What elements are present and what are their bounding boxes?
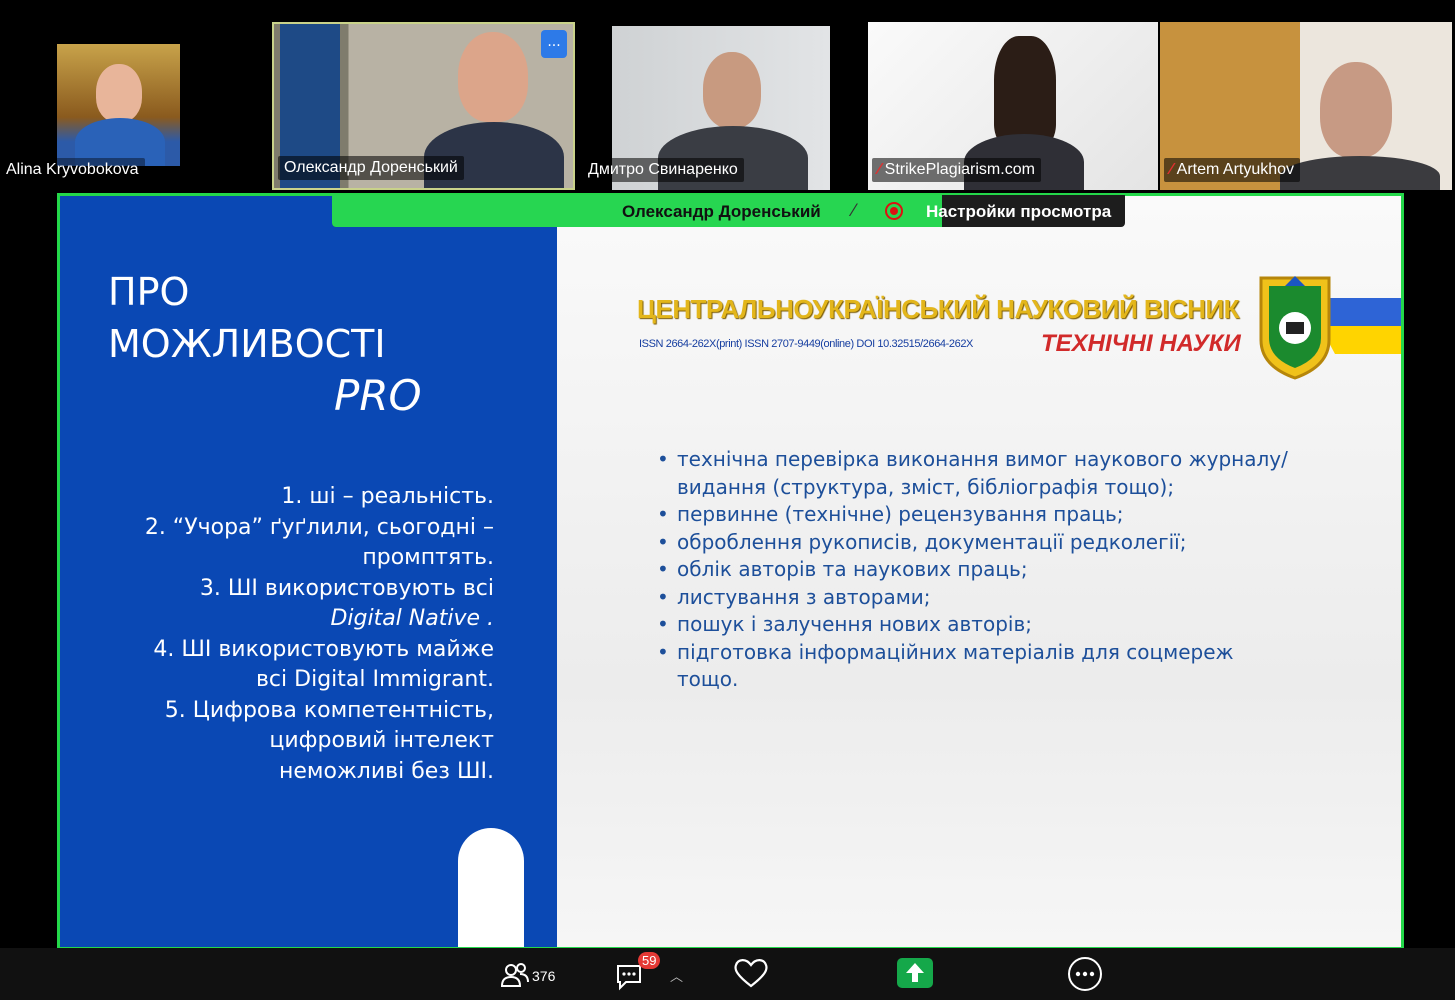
slide-point: Digital Native . bbox=[330, 606, 494, 631]
participant-name: Дмитро Свинаренко bbox=[582, 158, 744, 182]
more-icon bbox=[1068, 957, 1102, 991]
active-speaker-bar: Олександр Доренський ⁄ Настройки просмот… bbox=[332, 195, 1125, 227]
reactions-button[interactable] bbox=[732, 956, 772, 992]
list-item: оброблення рукописів, документації редко… bbox=[657, 529, 1337, 557]
journal-issn: ISSN 2664-262X(print) ISSN 2707-9449(onl… bbox=[639, 338, 973, 350]
slide-point: 3. ШІ використовують всі bbox=[199, 575, 494, 601]
list-item: облік авторів та наукових праць; bbox=[657, 556, 1337, 584]
meeting-toolbar: 376 59 ︿ bbox=[0, 948, 1455, 1000]
participant-tile-artem[interactable]: ⁄ Artem Artyukhov bbox=[1160, 22, 1452, 190]
participant-name: ⁄ StrikePlagiarism.com bbox=[872, 158, 1041, 182]
more-options-button[interactable]: ... bbox=[541, 30, 567, 58]
recording-icon bbox=[885, 202, 903, 220]
slide-points: 1. ші – реальність. 2. “Учора” ґуґлили, … bbox=[145, 482, 494, 787]
slide-point: неможливі без ШІ. bbox=[278, 758, 494, 784]
slide-point: промптять. bbox=[362, 545, 494, 570]
list-item: первинне (технічне) рецензування праць; bbox=[657, 501, 1337, 529]
slide-point: 2. “Учора” ґуґлили, сьогодні – bbox=[144, 514, 494, 540]
participant-face bbox=[96, 64, 142, 122]
participant-tile-oleksandr[interactable]: ... Олександр Доренський bbox=[272, 22, 575, 190]
chevron-up-icon[interactable]: ︿ bbox=[670, 966, 683, 985]
list-item: листування з авторами; bbox=[657, 584, 1337, 612]
participant-tile-alina[interactable]: Alina Kryvobokova bbox=[0, 22, 270, 190]
share-arrow-icon bbox=[906, 963, 924, 982]
list-item: підготовка інформаційних матеріалів для … bbox=[657, 639, 1287, 694]
mic-icon: ⁄ bbox=[852, 201, 855, 221]
journal-title: ЦЕНТРАЛЬНОУКРАЇНСЬКИЙ НАУКОВИЙ ВІСНИК bbox=[637, 294, 1240, 324]
chat-button[interactable]: 59 ︿ bbox=[614, 952, 683, 992]
participant-body bbox=[1280, 156, 1440, 190]
participant-face bbox=[458, 32, 528, 122]
participants-icon bbox=[500, 963, 529, 987]
participant-name: ⁄ Artem Artyukhov bbox=[1164, 158, 1301, 182]
active-speaker-name: Олександр Доренський bbox=[622, 202, 821, 221]
slide-point: 1. ші – реальність. bbox=[281, 484, 494, 509]
list-item: пошук і залучення нових авторів; bbox=[657, 611, 1337, 639]
more-button[interactable] bbox=[1066, 955, 1104, 993]
slide-title-line: МОЖЛИВОСТІ bbox=[108, 322, 386, 366]
shared-screen: ПРО МОЖЛИВОСТІ PRO 1. ші – реальність. 2… bbox=[57, 193, 1404, 950]
share-screen-button[interactable] bbox=[897, 958, 933, 988]
heart-icon bbox=[734, 959, 768, 988]
slide-point: 5. Цифрова компетентність, bbox=[164, 697, 494, 723]
journal-subject: ТЕХНІЧНІ НАУКИ bbox=[1041, 330, 1241, 357]
participant-hair bbox=[994, 36, 1056, 146]
slide-title-line: ПРО bbox=[108, 270, 190, 314]
slide-point: цифровий інтелект bbox=[269, 728, 494, 753]
participant-face bbox=[1320, 62, 1392, 158]
slide-left-panel: ПРО МОЖЛИВОСТІ PRO 1. ші – реальність. 2… bbox=[60, 196, 557, 947]
participants-count: 376 bbox=[532, 968, 556, 984]
university-emblem-icon bbox=[1259, 276, 1331, 380]
participant-name: Alina Kryvobokova bbox=[0, 158, 145, 182]
slide-title: ПРО МОЖЛИВОСТІ PRO bbox=[108, 266, 422, 420]
slide-point: 4. ШІ використовують майже bbox=[153, 636, 494, 662]
chat-badge: 59 bbox=[638, 952, 661, 969]
participant-tile-strikeplagiarism[interactable]: ⁄ StrikePlagiarism.com bbox=[868, 22, 1158, 190]
participants-button[interactable]: 376 bbox=[500, 956, 570, 992]
list-item: технічна перевірка виконання вимог науко… bbox=[657, 446, 1337, 501]
slide-bullet-list: технічна перевірка виконання вимог науко… bbox=[657, 446, 1337, 694]
participant-tile-dmytro[interactable]: Дмитро Свинаренко bbox=[578, 22, 864, 190]
view-settings-button[interactable]: Настройки просмотра bbox=[926, 202, 1111, 222]
muted-mic-icon: ⁄ bbox=[878, 161, 881, 178]
participant-name: Олександр Доренський bbox=[278, 156, 464, 180]
participant-face bbox=[703, 52, 761, 128]
slide-point: всі Digital Immigrant. bbox=[255, 667, 494, 692]
slide-right-panel: ЦЕНТРАЛЬНОУКРАЇНСЬКИЙ НАУКОВИЙ ВІСНИК IS… bbox=[557, 196, 1401, 947]
slide-title-line: PRO bbox=[334, 371, 422, 420]
decorative-shape bbox=[458, 828, 524, 947]
muted-mic-icon: ⁄ bbox=[1170, 161, 1173, 178]
